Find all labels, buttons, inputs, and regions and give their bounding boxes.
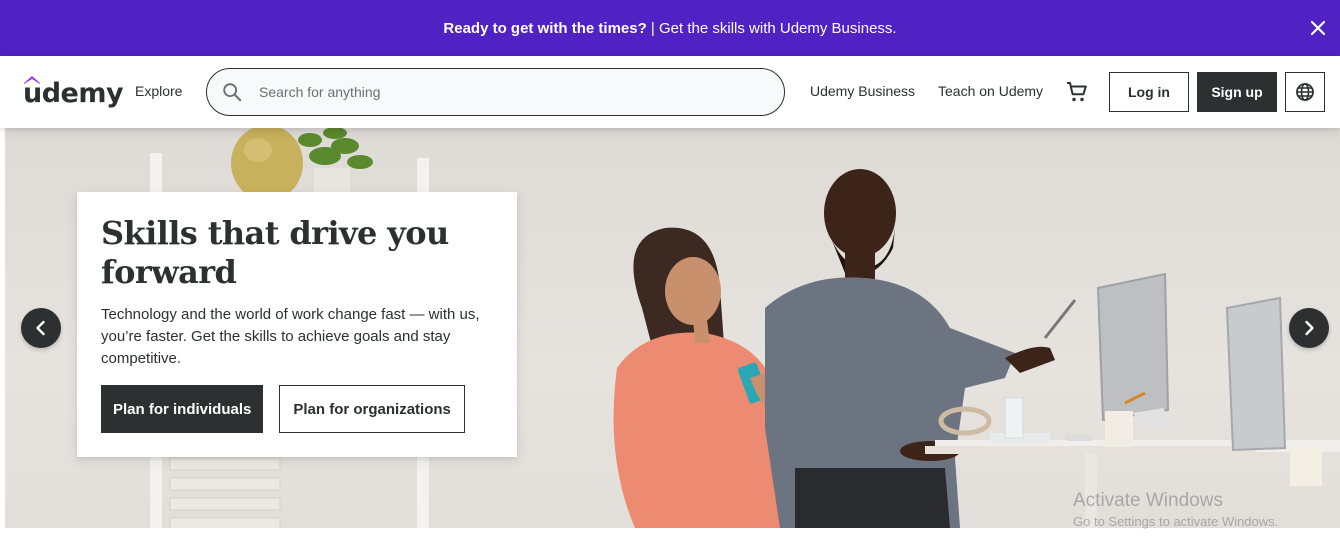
search-input[interactable] [259,84,739,100]
close-icon[interactable] [1306,16,1330,40]
carousel-next-button[interactable] [1289,308,1329,348]
search-icon[interactable] [221,81,243,103]
hero-title: Skills that drive you forward [101,214,449,291]
hero-card: Skills that drive you forward Technology… [77,192,517,457]
search-bar[interactable] [206,68,785,116]
hero-description: Technology and the world of work change … [101,306,480,367]
udemy-logo[interactable]: udemy [23,72,124,110]
plan-for-organizations-button[interactable]: Plan for organizations [279,385,465,433]
watermark-subtitle: Go to Settings to activate Windows. [1073,514,1279,529]
chevron-left-icon [36,320,45,336]
signup-button[interactable]: Sign up [1197,72,1277,112]
carousel-prev-button[interactable] [21,308,61,348]
cart-icon[interactable] [1065,80,1089,104]
site-header: udemy Explore Udemy Business Teach on Ud… [0,56,1340,128]
language-button[interactable] [1285,72,1325,112]
promo-text: Ready to get with the times? | Get the s… [443,20,896,37]
logo-cap-icon [24,76,40,84]
globe-icon [1296,83,1314,101]
login-button[interactable]: Log in [1109,72,1189,112]
explore-menu[interactable]: Explore [135,83,182,99]
watermark-title: Activate Windows [1073,490,1223,511]
promo-banner[interactable]: Ready to get with the times? | Get the s… [0,0,1340,56]
promo-bold-text: Ready to get with the times? [443,19,647,37]
teach-on-udemy-link[interactable]: Teach on Udemy [938,83,1043,99]
activate-windows-watermark: Activate Windows Go to Settings to activ… [1073,490,1278,532]
hero-buttons: Plan for individuals Plan for organizati… [101,385,465,433]
udemy-business-link[interactable]: Udemy Business [810,83,915,99]
plan-for-individuals-button[interactable]: Plan for individuals [101,385,264,433]
chevron-right-icon [1305,320,1314,336]
promo-rest-text: | Get the skills with Udemy Business. [646,19,897,37]
